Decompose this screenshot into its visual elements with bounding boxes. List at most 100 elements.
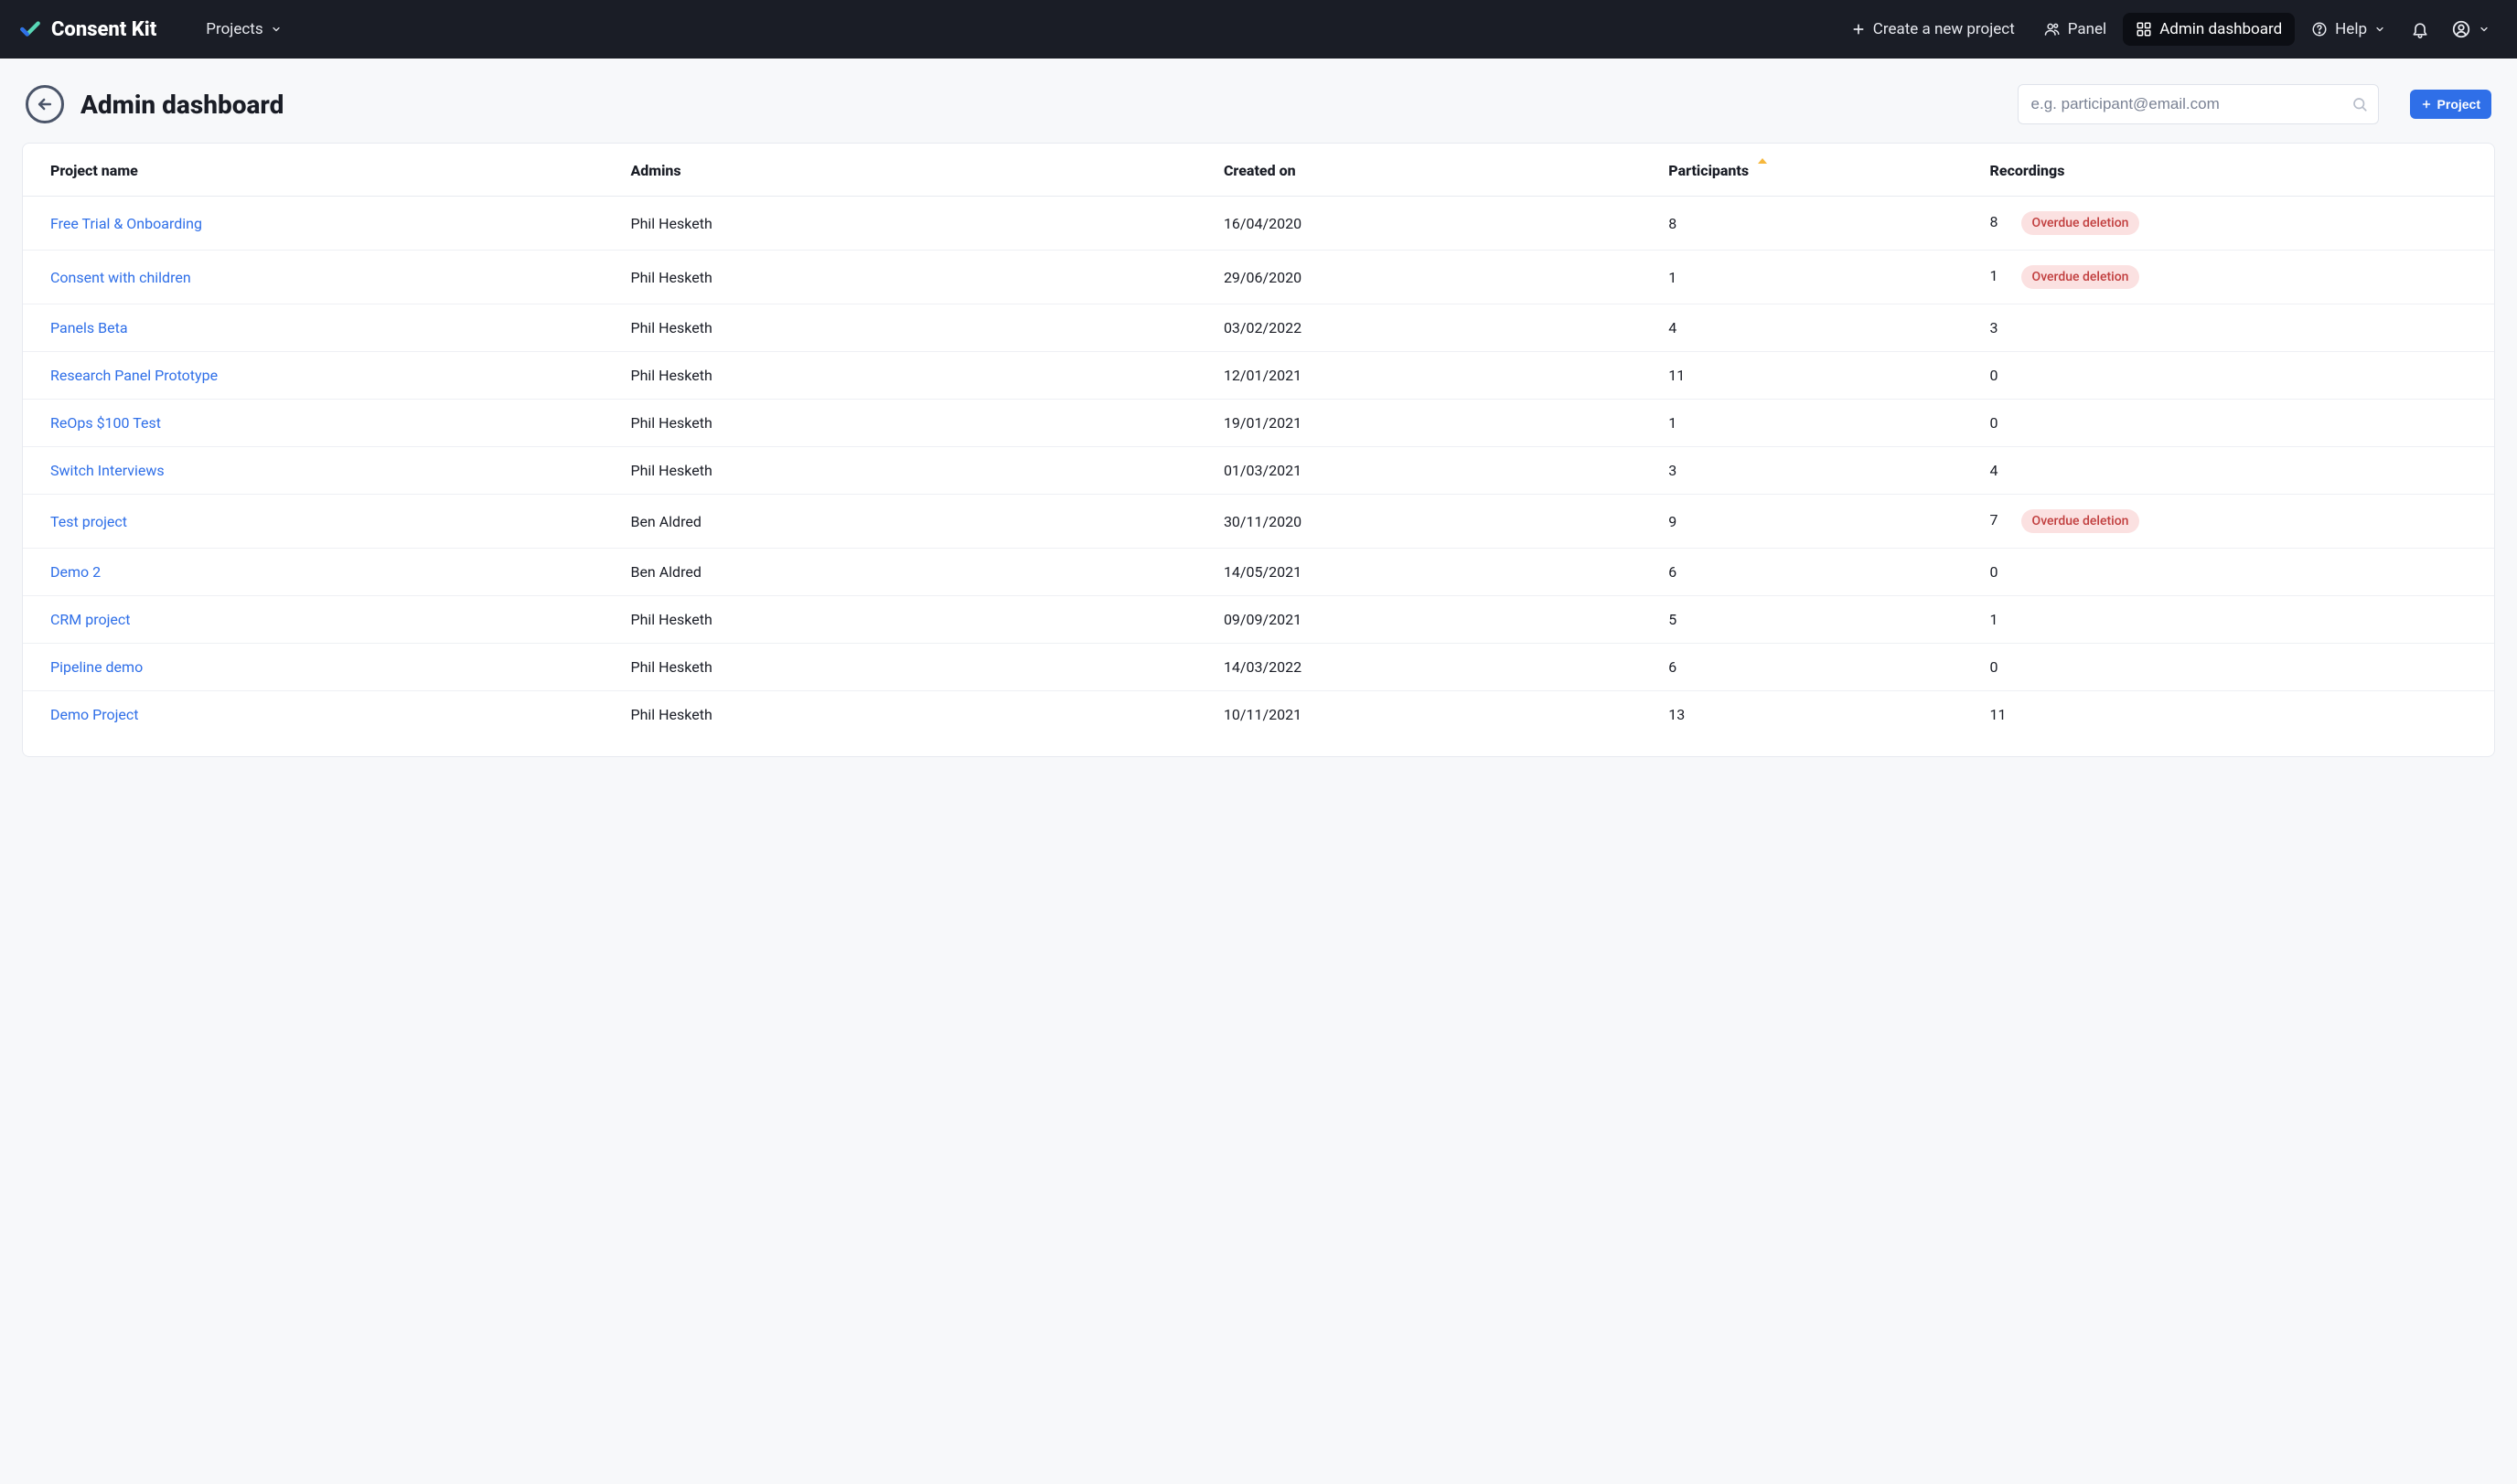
project-link[interactable]: Test project (50, 513, 127, 530)
plus-icon (2421, 99, 2432, 110)
participants-cell: 1 (1654, 251, 1975, 304)
admin-cell: Phil Hesketh (616, 400, 1208, 447)
table-row: Demo ProjectPhil Hesketh10/11/20211311 (23, 691, 2494, 757)
participants-cell: 3 (1654, 447, 1975, 495)
projects-card: Project name Admins Created on Participa… (22, 143, 2495, 757)
nav-projects-label: Projects (206, 20, 262, 38)
recordings-cell: 3 (1976, 304, 2494, 352)
add-project-button[interactable]: Project (2410, 90, 2491, 119)
recordings-cell: 1Overdue deletion (1976, 251, 2494, 304)
col-admins[interactable]: Admins (616, 144, 1208, 197)
project-link[interactable]: Research Panel Prototype (50, 367, 218, 384)
participants-cell: 8 (1654, 197, 1975, 251)
participants-cell: 1 (1654, 400, 1975, 447)
nav-panel-label: Panel (2068, 20, 2106, 38)
chevron-down-icon (2374, 24, 2385, 35)
nav-help[interactable]: Help (2298, 13, 2398, 46)
recordings-cell: 0 (1976, 549, 2494, 596)
chevron-down-icon (2479, 24, 2490, 35)
bell-icon (2411, 20, 2429, 38)
created-cell: 14/03/2022 (1209, 644, 1654, 691)
recordings-cell: 0 (1976, 400, 2494, 447)
recordings-cell: 0 (1976, 644, 2494, 691)
participants-cell: 5 (1654, 596, 1975, 644)
created-cell: 29/06/2020 (1209, 251, 1654, 304)
col-project-name[interactable]: Project name (23, 144, 616, 197)
recordings-cell: 11 (1976, 691, 2494, 757)
participants-cell: 6 (1654, 644, 1975, 691)
admin-cell: Phil Hesketh (616, 251, 1208, 304)
page-title: Admin dashboard (80, 90, 284, 120)
created-cell: 03/02/2022 (1209, 304, 1654, 352)
nav-admin-dashboard[interactable]: Admin dashboard (2123, 13, 2295, 46)
admin-cell: Phil Hesketh (616, 197, 1208, 251)
col-participants[interactable]: Participants (1654, 144, 1975, 197)
page-header: Admin dashboard Project (0, 59, 2517, 143)
recordings-cell: 0 (1976, 352, 2494, 400)
created-cell: 19/01/2021 (1209, 400, 1654, 447)
search-icon (2351, 96, 2368, 112)
nav-admin-label: Admin dashboard (2159, 20, 2282, 38)
brand-logo-icon (18, 17, 42, 41)
back-button[interactable] (26, 85, 64, 123)
user-circle-icon (2451, 19, 2471, 39)
project-link[interactable]: Switch Interviews (50, 462, 165, 479)
created-cell: 30/11/2020 (1209, 495, 1654, 549)
nav-create-project[interactable]: Create a new project (1838, 13, 2028, 46)
project-link[interactable]: CRM project (50, 611, 131, 628)
help-icon (2311, 21, 2328, 37)
col-recordings[interactable]: Recordings (1976, 144, 2494, 197)
add-project-label: Project (2437, 97, 2480, 112)
overdue-badge: Overdue deletion (2021, 509, 2140, 533)
arrow-left-icon (36, 95, 54, 113)
created-cell: 10/11/2021 (1209, 691, 1654, 757)
col-participants-label: Participants (1668, 162, 1749, 179)
project-link[interactable]: Demo 2 (50, 563, 101, 581)
admin-cell: Phil Hesketh (616, 596, 1208, 644)
table-row: Demo 2Ben Aldred14/05/202160 (23, 549, 2494, 596)
project-link[interactable]: Consent with children (50, 269, 191, 286)
plus-icon (1851, 22, 1866, 37)
participants-cell: 6 (1654, 549, 1975, 596)
created-cell: 12/01/2021 (1209, 352, 1654, 400)
admin-cell: Phil Hesketh (616, 644, 1208, 691)
nav-help-label: Help (2335, 20, 2367, 38)
nav-panel[interactable]: Panel (2031, 13, 2119, 46)
search-wrapper (2018, 84, 2379, 124)
search-input[interactable] (2018, 84, 2379, 124)
table-row: Research Panel Prototype Phil Hesketh12/0… (23, 352, 2494, 400)
project-link[interactable]: Pipeline demo (50, 658, 143, 676)
project-link[interactable]: ReOps $100 Test (50, 414, 161, 432)
nav-account[interactable] (2442, 12, 2499, 47)
nav-create-label: Create a new project (1873, 20, 2015, 38)
projects-table: Project name Admins Created on Participa… (23, 144, 2494, 756)
people-icon (2044, 21, 2061, 37)
col-created[interactable]: Created on (1209, 144, 1654, 197)
admin-cell: Phil Hesketh (616, 352, 1208, 400)
top-navbar: Consent Kit Projects Create a new projec… (0, 0, 2517, 59)
project-link[interactable]: Panels Beta (50, 319, 128, 336)
table-row: Consent with children Phil Hesketh29/06/2… (23, 251, 2494, 304)
brand[interactable]: Consent Kit (18, 17, 156, 41)
brand-name: Consent Kit (51, 18, 156, 41)
project-link[interactable]: Free Trial & Onboarding (50, 215, 202, 232)
table-row: Panels Beta Phil Hesketh03/02/202243 (23, 304, 2494, 352)
table-row: CRM projectPhil Hesketh09/09/202151 (23, 596, 2494, 644)
nav-notifications[interactable] (2402, 13, 2438, 46)
recordings-cell: 4 (1976, 447, 2494, 495)
table-row: Free Trial & OnboardingPhil Hesketh16/04… (23, 197, 2494, 251)
recordings-cell: 1 (1976, 596, 2494, 644)
table-row: Switch InterviewsPhil Hesketh01/03/20213… (23, 447, 2494, 495)
admin-cell: Ben Aldred (616, 549, 1208, 596)
admin-cell: Phil Hesketh (616, 304, 1208, 352)
overdue-badge: Overdue deletion (2021, 265, 2140, 289)
recordings-cell: 8Overdue deletion (1976, 197, 2494, 251)
participants-cell: 4 (1654, 304, 1975, 352)
table-row: Test projectBen Aldred30/11/202097Overdu… (23, 495, 2494, 549)
nav-projects[interactable]: Projects (193, 13, 294, 46)
chevron-down-icon (271, 24, 282, 35)
admin-cell: Phil Hesketh (616, 691, 1208, 757)
participants-cell: 11 (1654, 352, 1975, 400)
project-link[interactable]: Demo Project (50, 706, 139, 723)
admin-cell: Phil Hesketh (616, 447, 1208, 495)
